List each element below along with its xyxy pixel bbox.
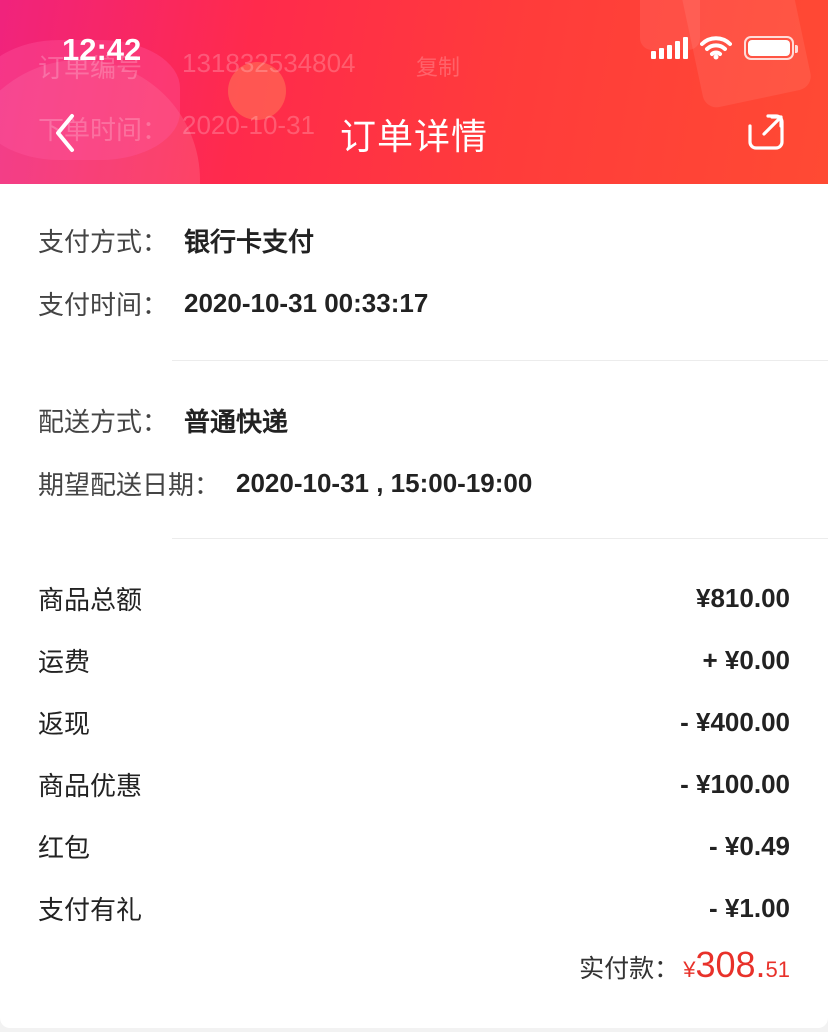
total-currency: ¥ [683, 957, 696, 982]
delivery-date-value: 2020-10-31 , 15:00-19:00 [236, 468, 533, 498]
payment-method-row: 支付方式： 银行卡支付 [38, 222, 314, 259]
payment-time-label: 支付时间： [38, 290, 169, 320]
summary-row: 支付有礼 - ¥1.00 [38, 890, 790, 927]
wifi-icon [700, 36, 732, 60]
summary-row: 商品优惠 - ¥100.00 [38, 766, 790, 803]
payment-method-value: 银行卡支付 [184, 227, 315, 257]
total-amount-decimal: 51 [765, 957, 790, 982]
summary-label: 返现 [38, 709, 91, 739]
payment-method-label: 支付方式： [38, 227, 169, 257]
summary-row: 红包 - ¥0.49 [38, 828, 790, 865]
payment-time-value: 2020-10-31 00:33:17 [184, 288, 429, 318]
summary-value: + ¥0.00 [702, 645, 790, 675]
divider [172, 538, 828, 539]
summary-value: - ¥0.49 [709, 831, 790, 861]
total-amount-integer: 308. [695, 944, 766, 985]
delivery-method-label: 配送方式： [38, 407, 169, 437]
summary-label: 红包 [38, 833, 91, 863]
total-label: 实付款： [579, 955, 680, 983]
delivery-date-row: 期望配送日期： 2020-10-31 , 15:00-19:00 [38, 465, 532, 502]
summary-value: - ¥100.00 [680, 769, 790, 799]
summary-label: 运费 [38, 647, 91, 677]
summary-value: - ¥1.00 [709, 893, 790, 923]
payment-time-row: 支付时间： 2020-10-31 00:33:17 [38, 285, 428, 322]
ghost-copy-text: 复制 [416, 55, 461, 80]
share-button[interactable] [746, 112, 786, 152]
page-title: 订单详情 [339, 116, 488, 157]
total-paid: 实付款： ¥ 308. 51 [579, 944, 790, 986]
ghost-order-number: 131832534804 [182, 48, 356, 78]
summary-value: ¥810.00 [696, 583, 790, 613]
delivery-date-label: 期望配送日期： [38, 470, 221, 500]
summary-label: 商品优惠 [38, 771, 143, 801]
summary-row: 返现 - ¥400.00 [38, 704, 790, 741]
order-detail-card: 支付方式： 银行卡支付 支付时间： 2020-10-31 00:33:17 配送… [0, 184, 828, 1028]
share-icon [748, 114, 784, 150]
summary-row: 运费 + ¥0.00 [38, 642, 790, 679]
battery-icon [744, 36, 798, 60]
summary-value: - ¥400.00 [680, 707, 790, 737]
header-bar: 订单编号 131832534804 复制 下单时间： 2020-10-31 12… [0, 0, 828, 184]
summary-label: 商品总额 [38, 585, 143, 615]
status-icons [651, 36, 798, 60]
summary-row: 商品总额 ¥810.00 [38, 580, 790, 617]
divider [172, 360, 828, 361]
status-time: 12:42 [62, 32, 142, 67]
signal-icon [651, 37, 688, 59]
delivery-method-value: 普通快递 [184, 407, 289, 437]
summary-label: 支付有礼 [38, 895, 143, 925]
delivery-method-row: 配送方式： 普通快递 [38, 402, 288, 439]
